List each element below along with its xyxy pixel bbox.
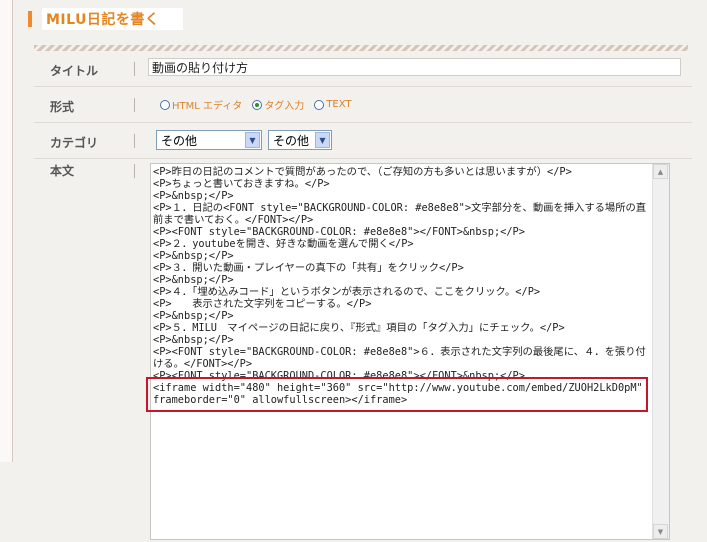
title-row: タイトル — [34, 52, 692, 87]
radio-button[interactable] — [160, 99, 170, 110]
editor-line: <P>３．開いた動画・プレイヤーの真下の「共有」をクリック</P> — [153, 262, 464, 274]
format-option[interactable]: HTML エディタ — [160, 97, 242, 112]
label-separator — [134, 98, 135, 112]
editor-line: <P>２．youtubeを開き、好きな動画を選んで開く</P> — [153, 238, 414, 250]
editor-line: <P>ちょっと書いておきますね。</P> — [153, 178, 330, 190]
body-label: 本文 — [50, 164, 75, 178]
category-select-secondary-value: その他 — [273, 133, 310, 148]
scroll-down-icon[interactable]: ▼ — [653, 524, 668, 539]
header-divider — [34, 45, 688, 51]
body-textarea[interactable]: <P>昨日の日記のコメントで質問があったので、（ご存知の方も多いとは思いますが）… — [150, 163, 670, 540]
editor-line: <P>&nbsp;</P> — [153, 310, 234, 322]
editor-line: <P>昨日の日記のコメントで質問があったので、（ご存知の方も多いとは思いますが）… — [153, 166, 572, 178]
page-title: MILU日記を書く — [42, 8, 184, 30]
format-radio-group: HTML エディタ タグ入力 TEXT — [160, 97, 352, 112]
editor-line: <P>&nbsp;</P> — [153, 274, 234, 286]
radio-button[interactable] — [314, 99, 325, 110]
editor-line: <P><FONT style="BACKGROUND-COLOR: #e8e8e… — [153, 226, 525, 238]
body-text-content[interactable]: <P>昨日の日記のコメントで質問があったので、（ご存知の方も多いとは思いますが）… — [153, 166, 653, 406]
format-option-label: タグ入力 — [264, 101, 305, 112]
editor-line: <P>&nbsp;</P> — [153, 250, 234, 262]
category-label: カテゴリ — [50, 136, 99, 150]
radio-button[interactable] — [252, 99, 263, 110]
editor-line: <P> 表示された文字列をコピーする。</P> — [153, 298, 372, 310]
category-select-primary-value: その他 — [161, 133, 198, 148]
category-row: カテゴリ その他 ▼ その他 ▼ — [34, 124, 692, 159]
label-separator — [134, 164, 135, 178]
editor-line: <P>&nbsp;</P> — [153, 190, 234, 202]
format-label: 形式 — [50, 100, 75, 114]
category-select-primary[interactable]: その他 ▼ — [156, 130, 262, 150]
format-option-label: TEXT — [326, 99, 352, 110]
iframe-code-highlight — [146, 377, 648, 412]
format-row: 形式 HTML エディタ タグ入力 TEXT — [34, 88, 692, 123]
page-header: MILU日記を書く — [28, 8, 184, 30]
label-separator — [134, 62, 135, 76]
chevron-down-icon[interactable]: ▼ — [245, 132, 260, 148]
format-option[interactable]: TEXT — [314, 99, 352, 110]
editor-line: <P>４．「埋め込みコード」というボタンが表示されるので、ここをクリック。</P… — [153, 286, 541, 298]
header-accent-bar — [28, 11, 32, 27]
format-option[interactable]: タグ入力 — [252, 97, 304, 112]
scroll-up-icon[interactable]: ▲ — [653, 164, 668, 179]
title-input[interactable] — [148, 58, 681, 76]
editor-line: <P>&nbsp;</P> — [153, 334, 234, 346]
editor-line: <P>５．MILU マイページの日記に戻り、『形式』項目の「タグ入力」にチェック… — [153, 322, 565, 334]
label-separator — [134, 134, 135, 148]
editor-scrollbar[interactable]: ▲ ▼ — [652, 164, 669, 539]
chevron-down-icon[interactable]: ▼ — [315, 132, 330, 148]
editor-line: <P><FONT style="BACKGROUND-COLOR: #e8e8e… — [153, 346, 646, 370]
title-label: タイトル — [50, 64, 99, 78]
format-option-label: HTML エディタ — [172, 101, 243, 112]
editor-line: <P>１．日記の<FONT style="BACKGROUND-COLOR: #… — [153, 202, 647, 226]
category-select-secondary[interactable]: その他 ▼ — [268, 130, 332, 150]
left-side-panel — [0, 0, 13, 462]
